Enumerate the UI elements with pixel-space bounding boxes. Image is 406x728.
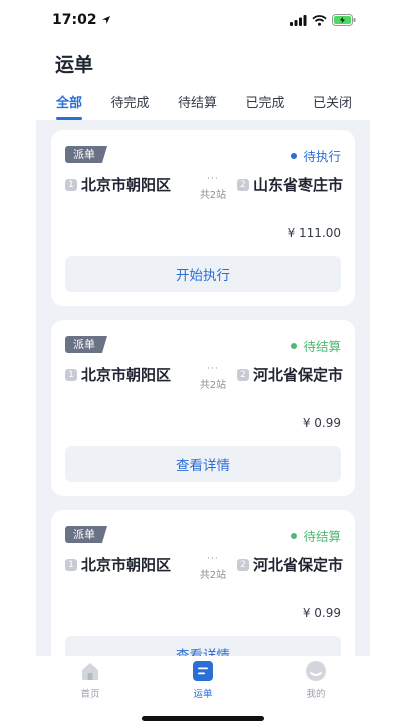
route-summary: ··· 共2站 — [191, 554, 235, 581]
order-route: 1 北京市朝阳区 ··· 共2站 2 河北省保定市 — [65, 554, 343, 588]
start-execution-button[interactable]: 开始执行 — [65, 256, 341, 292]
more-dots-icon: ··· — [207, 554, 219, 564]
order-card[interactable]: 派单 待执行 1 北京市朝阳区 ··· 共2站 2 山东省枣庄市 ¥ 111.0… — [51, 130, 355, 306]
origin-stop-number: 1 — [65, 558, 77, 571]
destination-stop-number: 2 — [236, 558, 249, 571]
destination-city: 河北省保定市 — [252, 556, 343, 574]
destination-stop: 2 河北省保定市 — [236, 364, 343, 385]
order-status: 待结算 — [291, 336, 341, 355]
signal-icon — [290, 14, 307, 26]
more-dots-icon: ··· — [207, 364, 219, 374]
tab-pending-settlement[interactable]: 待结算 — [170, 88, 225, 120]
status-time: 17:02 — [52, 12, 111, 28]
origin-city: 北京市朝阳区 — [81, 556, 172, 574]
stop-count: 共2站 — [199, 380, 227, 391]
route-summary: ··· 共2站 — [191, 174, 235, 201]
destination-stop-number: 2 — [236, 178, 249, 191]
view-details-button[interactable]: 查看详情 — [65, 446, 341, 482]
tabbar-item-home[interactable]: 首页 — [60, 660, 120, 728]
origin-city: 北京市朝阳区 — [81, 366, 172, 384]
tab-completed[interactable]: 已完成 — [237, 88, 292, 120]
destination-stop: 2 山东省枣庄市 — [236, 174, 343, 195]
home-indicator — [142, 716, 264, 721]
status-icons — [290, 14, 356, 26]
filter-tabs: 全部 待完成 待结算 已完成 已关闭 — [48, 88, 360, 120]
origin-city: 北京市朝阳区 — [81, 176, 172, 194]
destination-stop: 2 河北省保定市 — [236, 554, 343, 575]
route-summary: ··· 共2站 — [191, 364, 235, 391]
stop-count: 共2站 — [199, 190, 227, 201]
wifi-icon — [312, 14, 327, 26]
order-price: ¥ 0.99 — [302, 606, 341, 620]
tabbar-label: 运单 — [193, 689, 213, 700]
order-status: 待执行 — [291, 146, 341, 165]
profile-icon — [306, 661, 326, 681]
status-dot-icon — [291, 342, 298, 349]
location-arrow-icon — [101, 16, 110, 24]
tab-pending-complete[interactable]: 待完成 — [102, 88, 157, 120]
order-route: 1 北京市朝阳区 ··· 共2站 2 山东省枣庄市 — [65, 174, 343, 208]
order-price: ¥ 111.00 — [287, 226, 341, 240]
stop-count: 共2站 — [199, 570, 227, 581]
tabbar-label: 我的 — [306, 689, 326, 700]
order-status-text: 待结算 — [303, 529, 341, 544]
order-route: 1 北京市朝阳区 ··· 共2站 2 河北省保定市 — [65, 364, 343, 398]
order-type-badge: 派单 — [65, 336, 107, 353]
order-price: ¥ 0.99 — [302, 416, 341, 430]
order-card[interactable]: 派单 待结算 1 北京市朝阳区 ··· 共2站 2 河北省保定市 ¥ 0.99 … — [51, 320, 355, 496]
page-title: 运单 — [55, 54, 94, 76]
status-dot-icon — [291, 532, 298, 539]
battery-charging-icon — [332, 14, 356, 26]
status-dot-icon — [291, 152, 298, 159]
order-status-text: 待执行 — [303, 149, 341, 164]
order-type-badge: 派单 — [65, 146, 107, 163]
tab-all[interactable]: 全部 — [48, 88, 90, 120]
status-bar: 17:02 — [0, 0, 406, 40]
origin-stop-number: 1 — [65, 178, 77, 191]
destination-stop-number: 2 — [236, 368, 249, 381]
order-status: 待结算 — [291, 526, 341, 545]
destination-city: 河北省保定市 — [252, 366, 343, 384]
origin-stop-number: 1 — [65, 368, 77, 381]
order-status-text: 待结算 — [303, 339, 341, 354]
waybill-icon — [193, 661, 213, 681]
order-type-badge: 派单 — [65, 526, 107, 543]
tabbar-item-profile[interactable]: 我的 — [286, 660, 346, 728]
tabbar-label: 首页 — [80, 689, 100, 700]
home-icon — [82, 663, 98, 680]
status-time-text: 17:02 — [52, 12, 97, 28]
order-list[interactable]: 派单 待执行 1 北京市朝阳区 ··· 共2站 2 山东省枣庄市 ¥ 111.0… — [36, 120, 370, 656]
destination-city: 山东省枣庄市 — [252, 176, 343, 194]
origin-stop: 1 北京市朝阳区 — [65, 174, 171, 195]
tab-closed[interactable]: 已关闭 — [305, 88, 360, 120]
origin-stop: 1 北京市朝阳区 — [65, 554, 171, 575]
more-dots-icon: ··· — [207, 174, 219, 184]
view-details-button[interactable]: 查看详情 — [65, 636, 341, 656]
order-card[interactable]: 派单 待结算 1 北京市朝阳区 ··· 共2站 2 河北省保定市 ¥ 0.99 … — [51, 510, 355, 656]
origin-stop: 1 北京市朝阳区 — [65, 364, 171, 385]
